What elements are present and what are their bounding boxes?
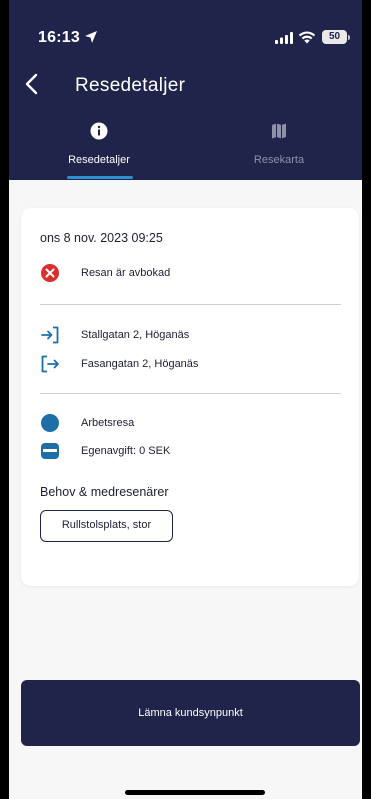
trip-datetime: ons 8 nov. 2023 09:25 [40, 231, 163, 245]
page-title: Resedetaljer [75, 75, 186, 96]
status-time: 16:13 [38, 29, 80, 46]
divider [40, 393, 341, 394]
app-header: 16:13 50 Resedetaljer Resedetaljer Resek… [9, 0, 362, 180]
cellular-signal-icon [275, 32, 293, 44]
tab-label: Resekarta [253, 154, 305, 166]
cancelled-icon [41, 264, 59, 282]
need-chip[interactable]: Rullstolsplats, stor [40, 510, 173, 542]
map-icon [272, 123, 286, 139]
divider [40, 304, 341, 305]
wifi-icon [298, 31, 316, 44]
trip-fee: Egenavgift: 0 SEK [81, 445, 171, 457]
info-icon [90, 122, 108, 140]
location-arrow-icon [85, 31, 97, 43]
customer-feedback-button[interactable]: Lämna kundsynpunkt [21, 680, 360, 746]
tab-resekarta[interactable]: Resekarta [199, 118, 359, 180]
trip-to-address: Fasangatan 2, Höganäs [81, 358, 199, 370]
trip-details-card: ons 8 nov. 2023 09:25 Resan är avbokad S… [21, 208, 359, 586]
pickup-login-icon [41, 326, 59, 344]
dropoff-logout-icon [41, 355, 59, 373]
tab-resedetaljer[interactable]: Resedetaljer [19, 118, 179, 180]
back-button[interactable] [21, 72, 43, 96]
battery-icon: 50 [322, 30, 347, 44]
wallet-icon [41, 443, 59, 459]
phone-screen: 16:13 50 Resedetaljer Resedetaljer Resek… [0, 0, 371, 799]
status-bar: 16:13 50 [9, 0, 362, 56]
battery-cap [348, 35, 350, 40]
trip-type-dot-icon [41, 414, 59, 432]
needs-heading: Behov & medresenärer [40, 485, 169, 499]
home-indicator [125, 790, 265, 795]
active-tab-indicator [67, 176, 133, 179]
trip-status: Resan är avbokad [81, 267, 171, 279]
trip-type: Arbetsresa [81, 417, 135, 429]
tab-label: Resedetaljer [68, 154, 130, 166]
trip-from-address: Stallgatan 2, Höganäs [81, 329, 190, 341]
